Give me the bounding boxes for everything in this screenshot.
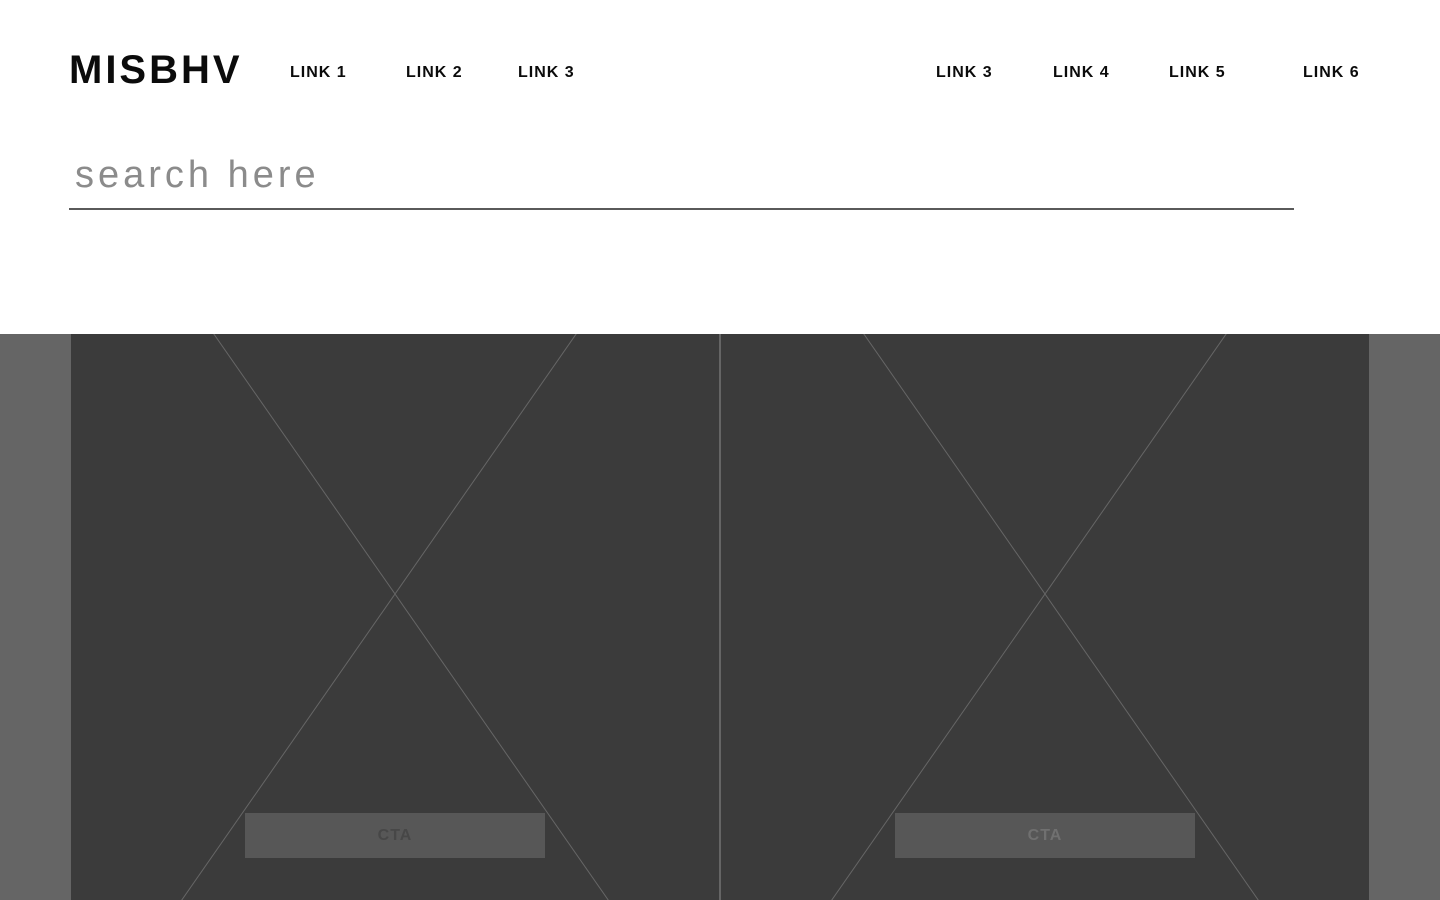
search-input[interactable] bbox=[69, 150, 1294, 210]
cta-button-2[interactable]: CTA bbox=[895, 813, 1195, 858]
nav-link-right-3[interactable]: LINK 5 bbox=[1169, 64, 1226, 81]
image-placeholder-card-1: CTA bbox=[71, 334, 719, 900]
brand-logo[interactable]: MISBHV bbox=[69, 49, 243, 91]
nav-link-right-1[interactable]: LINK 3 bbox=[936, 64, 993, 81]
nav-link-left-1[interactable]: LINK 1 bbox=[290, 64, 347, 81]
site-header: MISBHV LINK 1 LINK 2 LINK 3 LINK 3 LINK … bbox=[0, 0, 1440, 334]
cta-button-1[interactable]: CTA bbox=[245, 813, 545, 858]
image-placeholder-card-2: CTA bbox=[721, 334, 1369, 900]
hero-section: CTA CTA bbox=[0, 334, 1440, 900]
nav-link-right-2[interactable]: LINK 4 bbox=[1053, 64, 1110, 81]
nav-link-left-2[interactable]: LINK 2 bbox=[406, 64, 463, 81]
nav-link-left-3[interactable]: LINK 3 bbox=[518, 64, 575, 81]
nav-link-right-4[interactable]: LINK 6 bbox=[1303, 64, 1360, 81]
